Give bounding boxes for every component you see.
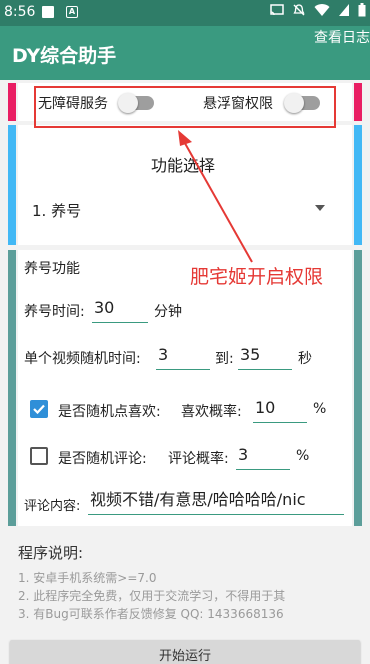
annotation-text: 肥宅姬开启权限 [190, 266, 324, 288]
annotation-arrow-icon [178, 130, 253, 263]
